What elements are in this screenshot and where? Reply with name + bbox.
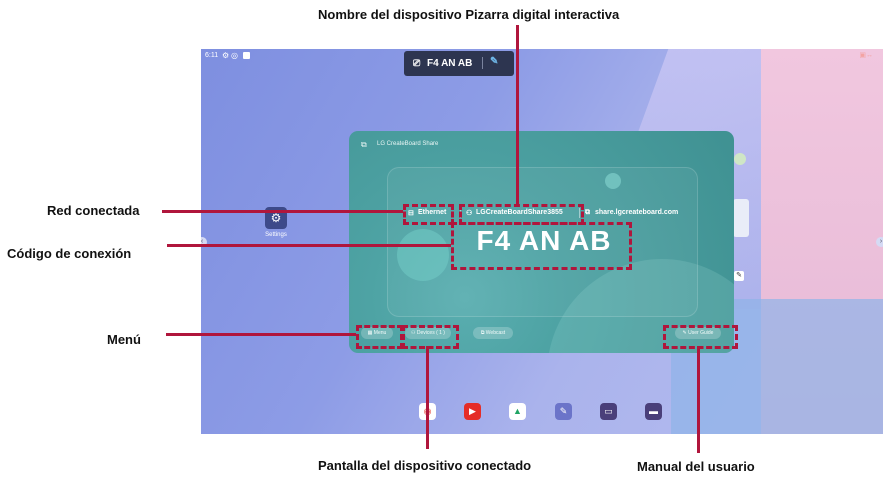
screen-share-app-icon[interactable]: ▭ [600,403,617,420]
leader-line-network [162,210,403,213]
annotation-menu: Menú [107,332,141,347]
widget-panel[interactable] [733,199,749,237]
decorative-bubble [397,229,449,281]
status-time: 6:11 [205,52,219,59]
status-bar: 6:11 ⚙ ◎ ▣↔ [201,49,883,63]
divider [482,57,483,69]
pen-icon[interactable]: ✎ [490,56,498,67]
window-icon[interactable] [243,52,250,59]
webcast-button[interactable]: ⧉ Webcast [473,327,513,339]
top-connection-code-bar[interactable]: ⎚ F4 AN AB ✎ [404,51,514,76]
leader-line-device-name [516,25,519,205]
annotation-network: Red conectada [47,203,140,218]
screen-share-icon: ⎚ [413,58,421,68]
highlight-connection-code [451,222,632,270]
gear-icon[interactable]: ⚙ [222,51,229,60]
settings-app-label: Settings [265,232,287,238]
youtube-icon[interactable]: ▶ [464,403,481,420]
drive-icon[interactable]: ▲ [509,403,526,420]
leader-line-connection-code [167,244,451,247]
chevron-right-icon[interactable]: › [876,237,883,247]
share-logo-icon: ⧉ [361,140,367,149]
annotation-connection-code: Código de conexión [7,246,132,261]
globe-icon[interactable]: ◎ [231,51,238,60]
leader-line-devices [426,346,429,449]
document-icon[interactable]: ✎ [734,271,744,281]
leader-line-menu [166,333,356,336]
highlight-menu [356,325,403,349]
annotation-user-manual: Manual del usuario [637,459,755,474]
highlight-network [403,204,454,225]
decorative-bubble [605,173,621,189]
share-url: share.lgcreateboard.com [595,209,679,216]
annotation-device-name: Nombre del dispositivo Pizarra digital i… [318,7,620,22]
folder-icon[interactable]: ▬ [645,403,662,420]
whiteboard-icon[interactable]: ✎ [555,403,572,420]
widget-icon[interactable] [734,153,746,165]
leader-line-user-guide [697,346,700,453]
top-connection-code: F4 AN AB [427,58,473,69]
webcast-button-label: Webcast [485,330,506,336]
highlight-user-guide [663,325,738,349]
highlight-devices [402,325,459,349]
input-source-icon[interactable]: ▣↔ [859,51,873,59]
link-icon: ⧉ [585,209,590,216]
annotation-connected-devices: Pantalla del dispositivo conectado [318,458,532,473]
share-panel-title: LG CreateBoard Share [377,141,439,147]
